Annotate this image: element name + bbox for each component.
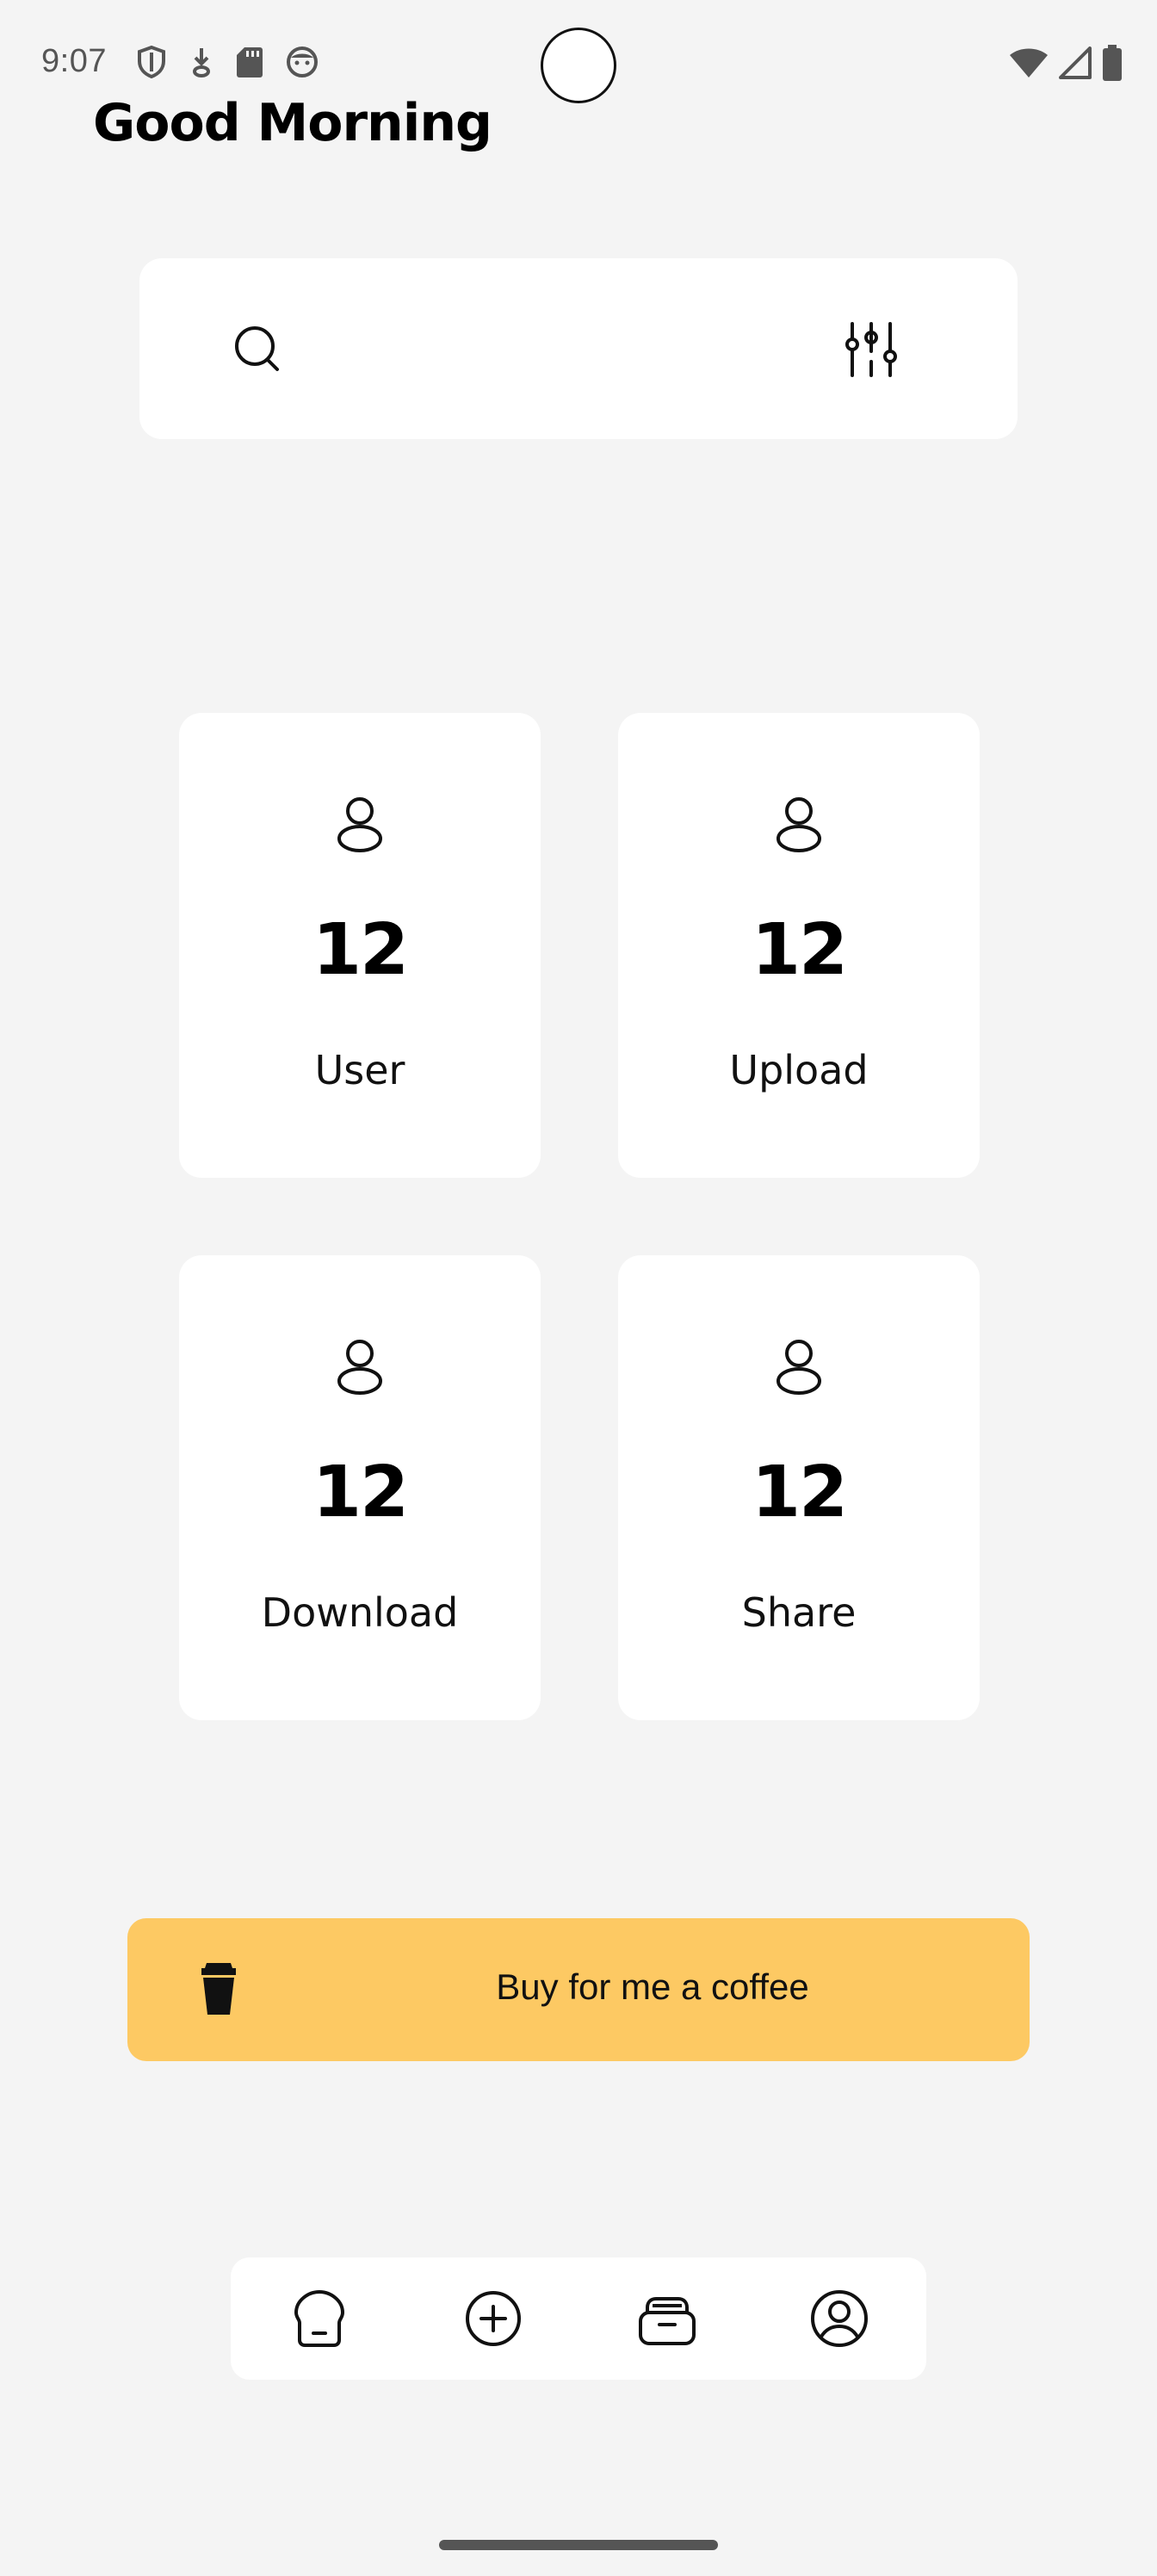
buy-coffee-label: Buy for me a coffee	[496, 1966, 809, 2007]
stat-label: User	[314, 1047, 405, 1093]
profile-icon[interactable]	[807, 2287, 871, 2350]
camera-cutout	[541, 28, 616, 103]
stat-value: 12	[751, 909, 848, 991]
search-bar[interactable]	[139, 258, 1018, 439]
stat-card-download[interactable]: 12 Download	[179, 1255, 541, 1720]
stat-value: 12	[312, 909, 409, 991]
signal-icon	[1059, 46, 1092, 84]
add-circle-icon[interactable]	[461, 2287, 525, 2350]
download-arrow-icon	[189, 46, 213, 78]
status-icons-left	[136, 45, 319, 79]
stat-value: 12	[312, 1452, 409, 1533]
sliders-icon[interactable]	[842, 320, 900, 379]
user-icon	[336, 796, 384, 854]
user-icon	[775, 1338, 823, 1396]
stat-value: 12	[751, 1452, 848, 1533]
buy-coffee-button[interactable]: Buy for me a coffee	[127, 1918, 1030, 2061]
app-screen: 9:07 Good Morning 12 User 12 Upload 12 D…	[0, 0, 1157, 2576]
stat-label: Download	[261, 1589, 459, 1636]
home-icon[interactable]	[288, 2287, 351, 2350]
archive-icon[interactable]	[635, 2287, 699, 2350]
face-icon	[286, 46, 319, 78]
sd-card-icon	[236, 46, 263, 78]
user-icon	[336, 1338, 384, 1396]
status-icons-right	[1009, 45, 1123, 85]
stat-card-upload[interactable]: 12 Upload	[618, 713, 980, 1178]
user-icon	[775, 796, 823, 854]
stat-card-share[interactable]: 12 Share	[618, 1255, 980, 1720]
bottom-navigation	[231, 2257, 926, 2380]
stat-card-user[interactable]: 12 User	[179, 713, 541, 1178]
greeting-title: Good Morning	[93, 93, 492, 153]
stat-label: Upload	[729, 1047, 869, 1093]
status-time: 9:07	[41, 43, 107, 79]
search-icon[interactable]	[232, 324, 284, 375]
coffee-cup-icon	[200, 1963, 238, 2015]
home-indicator[interactable]	[439, 2540, 718, 2550]
shield-icon	[136, 45, 167, 79]
battery-icon	[1102, 45, 1123, 85]
wifi-icon	[1009, 46, 1049, 84]
stat-label: Share	[741, 1589, 857, 1636]
